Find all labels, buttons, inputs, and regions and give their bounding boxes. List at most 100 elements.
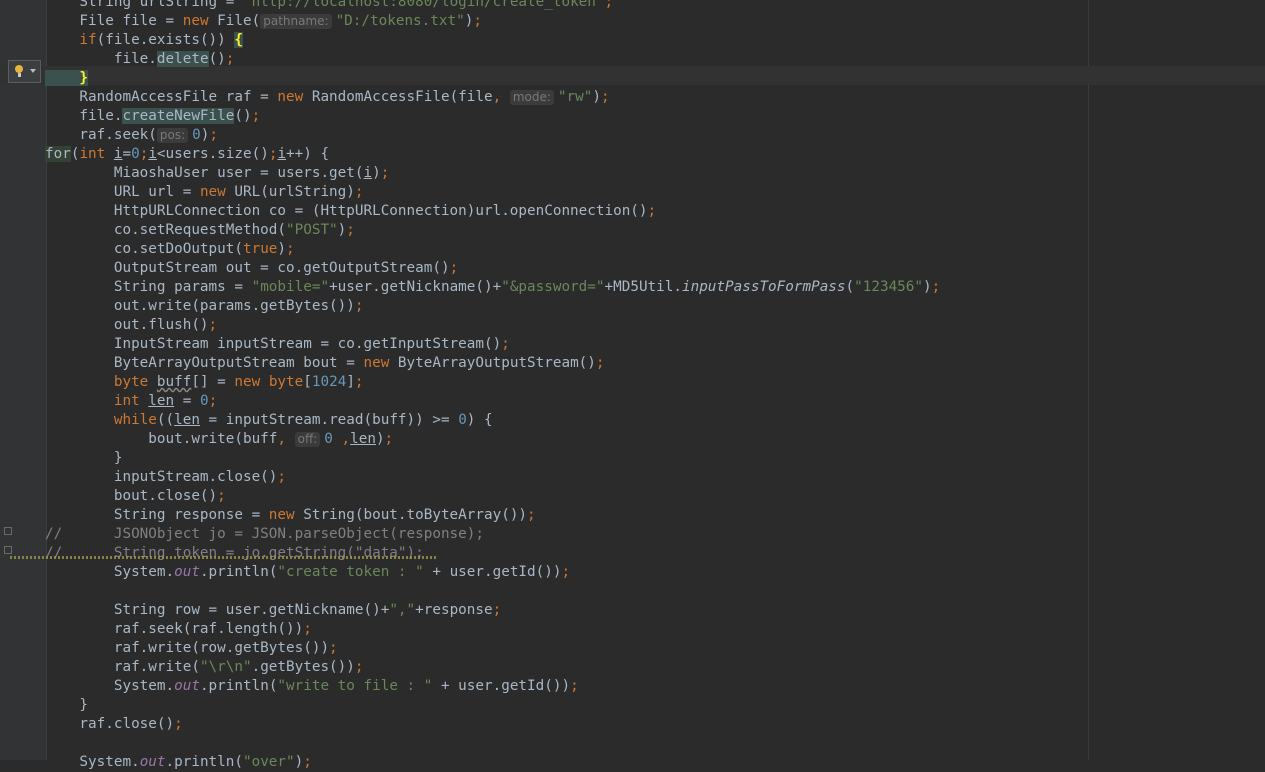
code-line[interactable]: raf.write(row.getBytes());	[45, 639, 338, 658]
code-line[interactable]: int len = 0;	[45, 392, 217, 411]
code-token: inputPassToFormPass	[681, 279, 846, 295]
code-token: )	[375, 431, 385, 447]
code-line[interactable]: out.flush();	[45, 316, 217, 335]
code-token: ;	[217, 488, 226, 504]
code-token: ;	[595, 355, 605, 371]
code-token: ;	[380, 165, 390, 181]
code-token: ((	[156, 412, 175, 428]
code-token: for	[45, 146, 71, 162]
code-line[interactable]: inputStream.close();	[45, 468, 286, 487]
code-token: 0	[199, 393, 209, 409]
code-token: ;	[449, 260, 459, 276]
code-token: )	[294, 754, 304, 770]
code-line[interactable]: System.out.println("over");	[45, 753, 311, 772]
code-token: ;	[346, 222, 355, 238]
code-token: "create token : "	[277, 564, 424, 580]
code-token: ","	[389, 602, 416, 618]
code-token: =	[122, 146, 132, 162]
code-token: ]	[346, 374, 355, 390]
code-line[interactable]: }	[45, 449, 123, 468]
code-token: true	[242, 241, 278, 257]
code-line[interactable]: co.setRequestMethod("POST");	[45, 221, 355, 240]
code-token: if	[45, 32, 97, 48]
code-line[interactable]: URL url = new URL(urlString);	[45, 183, 364, 202]
code-token: // JSONObject jo = JSON.parseObject(resp…	[45, 526, 484, 542]
code-line[interactable]: String row = user.getNickname()+","+resp…	[45, 601, 501, 620]
code-token: }	[45, 697, 89, 713]
code-line[interactable]: }	[45, 69, 89, 88]
code-token: File(	[217, 13, 261, 29]
code-token: +response	[415, 602, 493, 618]
code-line[interactable]: String response = new String(bout.toByte…	[45, 506, 536, 525]
code-line[interactable]: file.delete();	[45, 50, 234, 69]
code-line[interactable]: // JSONObject jo = JSON.parseObject(resp…	[45, 525, 484, 544]
fold-icon[interactable]	[4, 546, 12, 554]
code-token: "POST"	[286, 222, 338, 238]
code-token: ;	[492, 602, 502, 618]
code-line[interactable]: String params = "mobile="+user.getNickna…	[45, 278, 940, 297]
code-token: new	[363, 355, 398, 371]
code-token: file.	[45, 51, 157, 67]
code-token: len	[148, 393, 175, 409]
code-token: co.setRequestMethod(	[45, 222, 287, 238]
code-token: "over"	[242, 754, 295, 770]
code-line[interactable]: raf.seek(pos: 0);	[45, 126, 218, 145]
intention-actions-button[interactable]	[8, 60, 41, 83]
code-line[interactable]: String urlString = "http://localhost:808…	[45, 0, 613, 12]
code-line[interactable]: RandomAccessFile raf = new RandomAccessF…	[45, 88, 610, 107]
code-line[interactable]: out.write(params.getBytes());	[45, 297, 364, 316]
code-token: [	[303, 374, 312, 390]
code-line[interactable]: for(int i=0;i<users.size();i++) {	[45, 145, 329, 164]
code-token: = inputStream.read(buff)) >=	[199, 412, 459, 428]
code-token: )	[923, 279, 932, 295]
code-token: String row = user.getNickname()+	[45, 602, 390, 618]
code-line[interactable]: MiaoshaUser user = users.get(i);	[45, 164, 389, 183]
code-token: ;	[329, 640, 338, 656]
editor-gutter	[0, 0, 46, 760]
code-line[interactable]: }	[45, 696, 88, 715]
code-token: OutputStream out = co.getOutputStream()	[45, 260, 450, 276]
code-token: ;	[303, 621, 312, 637]
lightbulb-stem	[18, 73, 21, 77]
code-token: delete	[156, 51, 209, 67]
code-token: ;	[354, 298, 364, 314]
code-token: + user.getId())	[432, 678, 571, 694]
code-token: new	[182, 13, 218, 29]
code-token: createNewFile	[122, 108, 235, 124]
code-token: "123456"	[854, 279, 924, 295]
code-line[interactable]: System.out.println("write to file : " + …	[45, 677, 579, 696]
code-line[interactable]: System.out.println("create token : " + u…	[45, 563, 570, 582]
code-token: .println(	[199, 564, 278, 580]
parameter-hint: mode:	[509, 90, 554, 105]
code-line[interactable]: file.createNewFile();	[45, 107, 260, 126]
code-line[interactable]: if(file.exists()) {	[45, 31, 243, 50]
code-token: ;	[931, 279, 941, 295]
code-line[interactable]: co.setDoOutput(true);	[45, 240, 295, 259]
code-line[interactable]: while((len = inputStream.read(buff)) >= …	[45, 411, 493, 430]
code-line[interactable]: raf.seek(raf.length());	[45, 620, 312, 639]
code-token: URL url =	[45, 184, 200, 200]
code-line[interactable]: OutputStream out = co.getOutputStream();	[45, 259, 458, 278]
code-line[interactable]: raf.close();	[45, 715, 182, 734]
code-token: (file.exists())	[96, 32, 235, 48]
code-line[interactable]: raf.write("\r\n".getBytes());	[45, 658, 364, 677]
code-line[interactable]: ByteArrayOutputStream bout = new ByteArr…	[45, 354, 605, 373]
code-line[interactable]: bout.write(buff, off: 0 ,len);	[45, 430, 393, 449]
code-token: "&password="	[501, 279, 605, 295]
code-line[interactable]: byte buff[] = new byte[1024];	[45, 373, 364, 392]
code-token: .println(	[165, 754, 243, 770]
code-line[interactable]: // String token = jo.getString("data");	[45, 544, 424, 563]
parameter-hint: pathname:	[260, 14, 332, 29]
code-line[interactable]: InputStream inputStream = co.getInputStr…	[45, 335, 510, 354]
code-token: ;	[286, 241, 295, 257]
code-token: <users.size()	[156, 146, 269, 162]
code-line[interactable]: HttpURLConnection co = (HttpURLConnectio…	[45, 202, 656, 221]
code-line[interactable]: File file = new File(pathname: "D:/tokens…	[45, 12, 482, 31]
code-token: co.setDoOutput(	[45, 241, 243, 257]
code-token: URL(urlString)	[234, 184, 355, 200]
code-token: 1024	[311, 374, 347, 390]
fold-icon[interactable]	[4, 527, 12, 535]
code-token: ;	[561, 564, 571, 580]
code-token: ;	[251, 108, 261, 124]
code-line[interactable]: bout.close();	[45, 487, 226, 506]
